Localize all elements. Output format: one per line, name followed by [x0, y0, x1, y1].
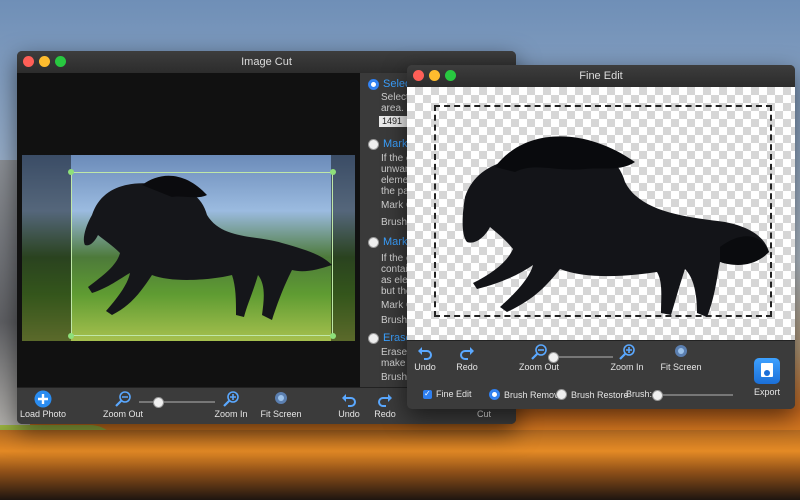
window-title: Fine Edit	[579, 70, 623, 82]
radio-select-area[interactable]	[368, 78, 379, 90]
export-button[interactable]: Export	[747, 358, 787, 397]
selection-handle[interactable]	[330, 333, 336, 339]
redo-icon	[460, 347, 474, 360]
fit-screen-button[interactable]: Fit Screen	[651, 341, 711, 372]
radio-brush-remove[interactable]	[489, 389, 500, 400]
brush-size-slider[interactable]	[652, 390, 733, 401]
load-photo-button[interactable]: Load Photo	[17, 388, 73, 419]
fit-screen-button[interactable]: Fit Screen	[251, 388, 311, 419]
crop-mask-left	[22, 155, 71, 341]
selection-rectangle[interactable]	[68, 169, 336, 339]
selection-value-field[interactable]: 1491	[379, 116, 408, 127]
option-erase[interactable]: Erase	[368, 332, 412, 344]
fit-screen-icon	[675, 345, 687, 357]
fine-edit-checkbox-row[interactable]: Fine Edit	[423, 389, 472, 399]
fine-edit-toolbar: Undo Redo Zoom Out Zoom In Fit Screen Fi…	[407, 340, 795, 409]
zoom-out-button[interactable]: Zoom Out	[93, 388, 153, 419]
fine-edit-checkbox[interactable]	[423, 389, 432, 399]
export-icon	[754, 358, 780, 384]
redo-button[interactable]: Redo	[443, 341, 491, 372]
zoom-out-icon	[115, 391, 131, 407]
zoom-in-button[interactable]: Zoom In	[597, 341, 657, 372]
selection-handle[interactable]	[68, 333, 74, 339]
image-canvas[interactable]	[17, 73, 360, 387]
source-photo	[22, 155, 355, 341]
zoom-out-icon	[531, 344, 547, 360]
fine-edit-canvas[interactable]	[407, 87, 795, 340]
brush-restore-option[interactable]: Brush Restore	[556, 389, 629, 400]
selection-handle[interactable]	[68, 169, 74, 175]
desktop-water	[0, 430, 800, 500]
crop-mask-right	[331, 155, 355, 341]
redo-icon	[378, 394, 392, 407]
zoom-slider-knob[interactable]	[548, 352, 559, 363]
radio-mark-keep[interactable]	[368, 138, 379, 150]
radio-mark-remove[interactable]	[368, 236, 379, 248]
fine-edit-window: Fine Edit Undo Redo Zoom Out Zoom In Fit…	[407, 65, 795, 409]
brush-remove-option[interactable]: Brush Remove	[489, 389, 564, 400]
radio-erase[interactable]	[368, 332, 379, 344]
zoom-slider-knob[interactable]	[153, 397, 164, 408]
brush-label-row: Brush:	[626, 389, 653, 399]
zoom-in-icon	[619, 344, 635, 360]
zoom-in-icon	[223, 391, 239, 407]
cutout-horse	[462, 136, 769, 317]
selection-handle[interactable]	[330, 169, 336, 175]
redo-button[interactable]: Redo	[355, 388, 415, 419]
plus-icon	[34, 390, 52, 408]
radio-brush-restore[interactable]	[556, 389, 567, 400]
brush-size-knob[interactable]	[652, 390, 663, 401]
undo-icon	[418, 347, 432, 360]
fine-edit-titlebar: Fine Edit	[407, 65, 795, 88]
fit-screen-icon	[275, 392, 287, 404]
